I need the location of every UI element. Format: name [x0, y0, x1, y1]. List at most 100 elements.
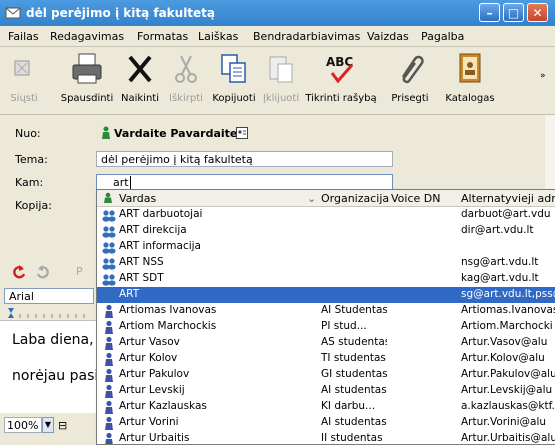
menu-help[interactable]: Pagalba: [421, 30, 464, 43]
person-icon: [102, 368, 116, 382]
column-organization[interactable]: Organizacija: [321, 192, 389, 205]
sort-chevron-down-icon[interactable]: ⌄: [307, 192, 316, 205]
group-icon: [102, 288, 116, 302]
autocomplete-name: Artur Urbaitis: [119, 432, 190, 444]
delete-button[interactable]: Naikinti: [118, 51, 162, 104]
autocomplete-row[interactable]: Artur Vorini AI studentas Artur.Vorini@alu: [97, 415, 555, 431]
menu-file[interactable]: Failas: [8, 30, 39, 43]
subject-field[interactable]: dėl perėjimo į kitą fakultetą: [96, 151, 393, 167]
menu-format[interactable]: Formatas: [137, 30, 188, 43]
person-icon: [102, 400, 116, 414]
from-value[interactable]: Vardaite Pavardaite: [114, 127, 237, 140]
autocomplete-row[interactable]: Artur Kazlauskas KI darbu... a.kazlauskas@…: [97, 399, 555, 415]
send-button[interactable]: Siųsti: [4, 51, 44, 104]
autocomplete-organization: GI studentas: [321, 368, 387, 380]
print-button[interactable]: Spausdinti: [58, 51, 116, 104]
from-label: Nuo:: [15, 127, 41, 140]
group-icon: [102, 240, 116, 254]
autocomplete-alt-address: Artur.Pakulov@alu: [461, 368, 555, 380]
autocomplete-alt-address: Artiom.Marchocki: [461, 320, 553, 332]
paste-icon: [269, 56, 293, 83]
contact-card-icon[interactable]: [236, 127, 248, 139]
autocomplete-row[interactable]: Artur Levskij AI studentas Artur.Levskij@a…: [97, 383, 555, 399]
autocomplete-alt-address: darbuot@art.vdu: [461, 208, 551, 220]
font-select[interactable]: Arial: [4, 288, 94, 304]
autocomplete-row[interactable]: ART direkcija dir@art.vdu.lt: [97, 223, 555, 239]
paragraph-icon[interactable]: P: [76, 265, 83, 278]
cc-label: Kopija:: [15, 199, 52, 212]
autocomplete-row[interactable]: ART SDT kag@art.vdu.lt: [97, 271, 555, 287]
to-field[interactable]: art: [96, 174, 393, 190]
spellcheck-button[interactable]: ABC Tikrinti rašybą: [304, 51, 378, 104]
undo-icon[interactable]: [12, 265, 26, 279]
autocomplete-row[interactable]: ART informacija: [97, 239, 555, 255]
autocomplete-name: Artur Pakulov: [119, 368, 190, 380]
autocomplete-name: Artur Levskij: [119, 384, 185, 396]
window-title: dėl perėjimo į kitą fakultetą: [26, 6, 216, 20]
autocomplete-name: Artur Kolov: [119, 352, 178, 364]
zoom-select[interactable]: 100%: [4, 417, 42, 433]
autocomplete-name: Artiomas Ivanovas: [119, 304, 217, 316]
autocomplete-organization: AI Studentas: [321, 304, 387, 316]
column-name[interactable]: Vardas: [119, 192, 156, 205]
autocomplete-row[interactable]: ART NSS nsg@art.vdu.lt: [97, 255, 555, 271]
autocomplete-name: ART: [119, 288, 315, 300]
autocomplete-name: ART direkcija: [119, 224, 187, 236]
minimize-button[interactable]: –: [479, 3, 500, 22]
autocomplete-name: ART darbuotojai: [119, 208, 203, 220]
menu-view[interactable]: Vaizdas: [367, 30, 409, 43]
to-field-value: art: [113, 176, 129, 189]
maximize-button[interactable]: □: [503, 3, 524, 22]
copy-button[interactable]: Kopijuoti: [210, 51, 258, 104]
chevron-down-icon[interactable]: ▼: [42, 417, 54, 433]
person-icon: [102, 320, 116, 334]
autocomplete-row[interactable]: ART darbuotojai darbuot@art.vdu: [97, 207, 555, 223]
autocomplete-alt-address: nsg@art.vdu.lt: [461, 256, 539, 268]
body-line-2[interactable]: norėjau pasit: [12, 368, 104, 384]
autocomplete-organization: II studentas: [321, 432, 383, 444]
paste-button[interactable]: Įklijuoti: [260, 51, 302, 104]
person-icon: [102, 432, 116, 444]
autocomplete-row[interactable]: Artiomas Ivanovas AI Studentas Artiomas.Iv…: [97, 303, 555, 319]
title-bar: dėl perėjimo į kitą fakultetą – □ ✕: [0, 0, 555, 26]
group-icon: [102, 224, 116, 238]
autocomplete-alt-address: dir@art.vdu.lt: [461, 224, 534, 236]
autocomplete-row[interactable]: ART sg@art.vdu.lt,pss@: [97, 287, 555, 303]
autocomplete-row[interactable]: Artur Vasov AS studentas Artur.Vasov@alu: [97, 335, 555, 351]
close-button[interactable]: ✕: [527, 3, 548, 22]
menu-edit[interactable]: Redagavimas: [50, 30, 124, 43]
paperclip-icon: [401, 55, 424, 84]
to-label: Kam:: [15, 176, 44, 189]
person-icon: [102, 336, 116, 350]
address-book-button[interactable]: Katalogas: [442, 51, 498, 104]
column-alternate-addresses[interactable]: Alternatyvieji adresai: [461, 192, 555, 205]
menu-collaboration[interactable]: Bendradarbiavimas: [253, 30, 360, 43]
toolbar-overflow-chevron-icon[interactable]: »: [540, 71, 546, 81]
delete-icon: [128, 55, 152, 83]
autocomplete-organization: KI darbu...: [321, 400, 376, 412]
autocomplete-alt-address: a.kazlauskas@ktf.v: [461, 400, 555, 412]
address-autocomplete-list: Vardas ⌄ Organizacija Voice DN Alternaty…: [96, 189, 555, 445]
autocomplete-name: ART informacija: [119, 240, 201, 252]
autocomplete-row[interactable]: Artiom Marchockis PI stud... Artiom.Marcho…: [97, 319, 555, 335]
redo-icon[interactable]: [36, 265, 50, 279]
printer-icon: [72, 53, 102, 84]
autocomplete-row[interactable]: Artur Kolov TI studentas Artur.Kolov@alu: [97, 351, 555, 367]
autocomplete-name: Artur Vasov: [119, 336, 180, 348]
autocomplete-row[interactable]: Artur Pakulov GI studentas Artur.Pakulov@a…: [97, 367, 555, 383]
body-line-1[interactable]: Laba diena,: [12, 332, 94, 348]
menu-bar: Failas Redagavimas Formatas Laiškas Bend…: [0, 26, 555, 47]
attach-button[interactable]: Prisegti: [386, 51, 434, 104]
column-voice-dn[interactable]: Voice DN: [391, 192, 440, 205]
send-icon: [14, 60, 30, 76]
group-icon: [102, 256, 116, 270]
autocomplete-organization: TI studentas: [321, 352, 386, 364]
zoom-minus-icon[interactable]: ⊟: [58, 419, 67, 432]
autocomplete-alt-address: Artur.Levskij@alu: [461, 384, 553, 396]
autocomplete-organization: AI studentas: [321, 416, 387, 428]
cut-button[interactable]: Iškirpti: [166, 51, 206, 104]
copy-icon: [221, 54, 246, 83]
autocomplete-name: Artiom Marchockis: [119, 320, 217, 332]
menu-message[interactable]: Laiškas: [198, 30, 238, 43]
autocomplete-name: Artur Kazlauskas: [119, 400, 207, 412]
